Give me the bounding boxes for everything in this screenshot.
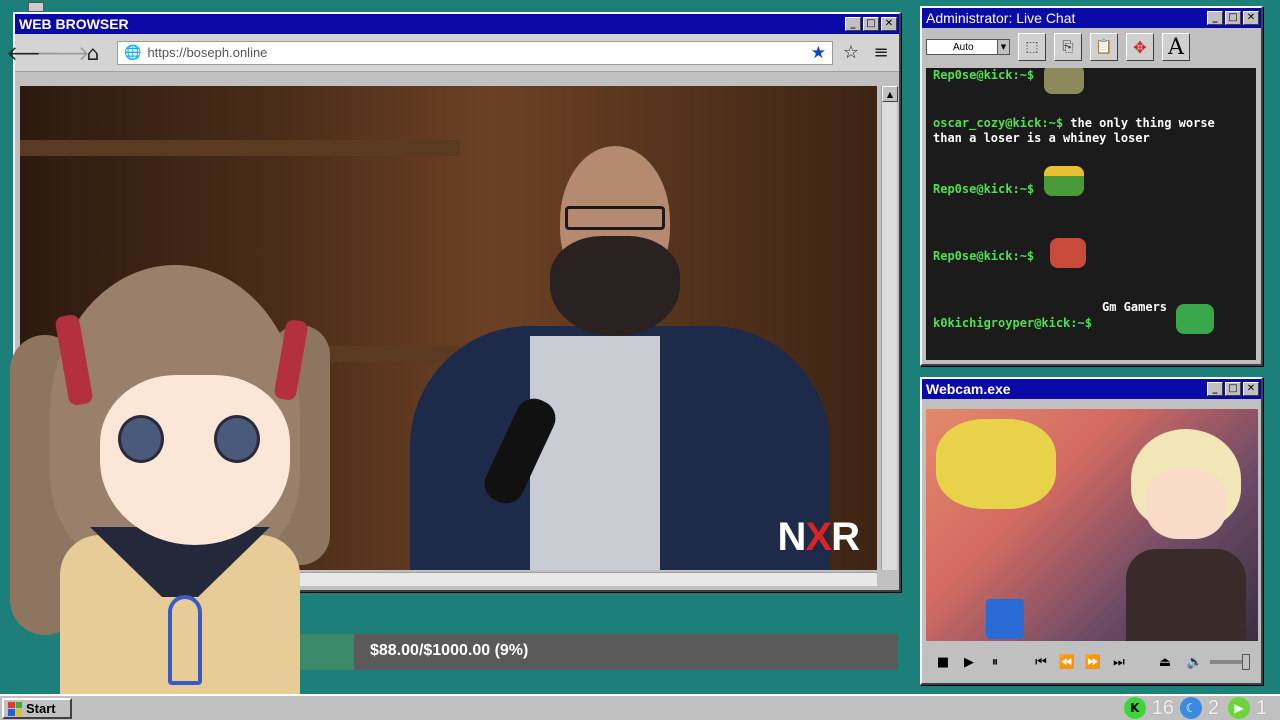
chevron-down-icon[interactable]: ▼ <box>997 40 1009 54</box>
favorites-icon[interactable]: ☆ <box>839 41 863 65</box>
globe-icon: 🌐 <box>124 44 142 61</box>
bookmark-star-icon[interactable]: ★ <box>811 43 826 63</box>
vertical-scrollbar[interactable]: ▲ <box>881 86 898 570</box>
browser-titlebar[interactable]: WEB BROWSER _ □ ✕ <box>15 14 899 34</box>
chat-message: k0kichigroyper@kick:~$ <box>933 316 1092 330</box>
webcam-titlebar[interactable]: Webcam.exe _ □ ✕ <box>922 379 1261 399</box>
desktop-icon[interactable] <box>28 2 44 12</box>
chat-titlebar[interactable]: Administrator: Live Chat _ □ ✕ <box>922 8 1261 28</box>
donation-progress-bar: $88.00/$1000.00 (9%) <box>300 634 898 670</box>
play-count: 1 <box>1256 696 1268 719</box>
chat-toolbar: Auto ▼ ⬚ ⎘ 📋 ✥ A <box>922 28 1261 66</box>
menu-icon[interactable]: ≡ <box>869 41 893 65</box>
chat-title: Administrator: Live Chat <box>926 10 1076 26</box>
select-icon[interactable]: ⬚ <box>1018 33 1046 61</box>
fast-forward-icon[interactable]: ⏩ <box>1084 655 1102 670</box>
maximize-button[interactable]: □ <box>1225 382 1241 396</box>
mug <box>986 599 1024 639</box>
pepe-sombrero-icon <box>1044 166 1084 196</box>
close-button[interactable]: ✕ <box>1243 11 1259 25</box>
maximize-button[interactable]: □ <box>1225 11 1241 25</box>
close-button[interactable]: ✕ <box>1243 382 1259 396</box>
vtuber-avatar <box>0 265 330 720</box>
play-icon[interactable]: ▶ <box>1228 697 1250 719</box>
stop-icon[interactable]: ■ <box>934 655 952 670</box>
browser-toolbar: 🡐 🡒 ⌂ 🌐 https://boseph.online ★ ☆ ≡ <box>6 34 899 72</box>
chat-messages[interactable]: Rep0se@kick:~$ oscar_cozy@kick:~$ the on… <box>926 68 1256 360</box>
font-size-select[interactable]: Auto ▼ <box>926 39 1010 55</box>
pause-icon[interactable]: ⏸ <box>986 655 1004 670</box>
move-icon[interactable]: ✥ <box>1126 33 1154 61</box>
minimize-button[interactable]: _ <box>1207 382 1223 396</box>
webcam-window: Webcam.exe _ □ ✕ ■ ▶ ⏸ ⏮ ⏪ ⏩ ⏭ ⏏ 🔈 <box>920 377 1263 685</box>
maximize-button[interactable]: □ <box>863 17 879 31</box>
chat-message: oscar_cozy@kick:~$ the only thing worse … <box>933 116 1215 145</box>
forward-icon[interactable]: 🡒 <box>36 41 90 65</box>
address-bar[interactable]: 🌐 https://boseph.online ★ <box>117 40 833 65</box>
anime-character <box>1126 429 1246 641</box>
viewer-count: 16 <box>1151 696 1174 719</box>
home-icon[interactable]: ⌂ <box>81 41 105 65</box>
close-button[interactable]: ✕ <box>881 17 897 31</box>
start-label: Start <box>26 701 56 716</box>
webcam-feed <box>926 409 1258 641</box>
webcam-title: Webcam.exe <box>926 381 1011 397</box>
taskbar: Start K 16 ☾ 2 ▶ 1 <box>0 694 1280 720</box>
scroll-up-icon[interactable]: ▲ <box>882 86 898 102</box>
minimize-button[interactable]: _ <box>1207 11 1223 25</box>
donation-text: $88.00/$1000.00 (9%) <box>370 642 529 659</box>
moon-count: 2 <box>1208 696 1220 719</box>
volume-slider[interactable] <box>1210 654 1250 670</box>
paste-icon[interactable]: 📋 <box>1090 33 1118 61</box>
chat-gm-text: Gm Gamers <box>1102 300 1168 314</box>
browser-title: WEB BROWSER <box>19 16 129 32</box>
kick-icon[interactable]: K <box>1123 697 1146 719</box>
eject-icon[interactable]: ⏏ <box>1156 655 1174 670</box>
volume-icon[interactable]: 🔈 <box>1186 655 1204 670</box>
skip-back-icon[interactable]: ⏮ <box>1032 655 1050 670</box>
windows-logo-icon <box>8 701 22 716</box>
podcast-guest <box>350 126 830 570</box>
moon-icon[interactable]: ☾ <box>1180 697 1202 719</box>
minimize-button[interactable]: _ <box>845 17 861 31</box>
chat-window: Administrator: Live Chat _ □ ✕ Auto ▼ ⬚ … <box>920 6 1263 366</box>
emote-icon <box>1044 68 1084 94</box>
video-logo: NXR <box>777 515 860 559</box>
rewind-icon[interactable]: ⏪ <box>1058 655 1076 670</box>
media-controls: ■ ▶ ⏸ ⏮ ⏪ ⏩ ⏭ ⏏ 🔈 <box>926 647 1258 677</box>
url-text[interactable]: https://boseph.online <box>147 45 804 60</box>
system-tray: K 16 ☾ 2 ▶ 1 <box>1123 696 1270 720</box>
font-icon[interactable]: A <box>1162 33 1190 61</box>
font-size-value: Auto <box>953 41 974 53</box>
skip-forward-icon[interactable]: ⏭ <box>1110 655 1128 670</box>
face-emote-icon <box>1050 238 1086 268</box>
start-button[interactable]: Start <box>2 698 72 719</box>
play-icon[interactable]: ▶ <box>960 655 978 670</box>
copy-icon[interactable]: ⎘ <box>1054 33 1082 61</box>
